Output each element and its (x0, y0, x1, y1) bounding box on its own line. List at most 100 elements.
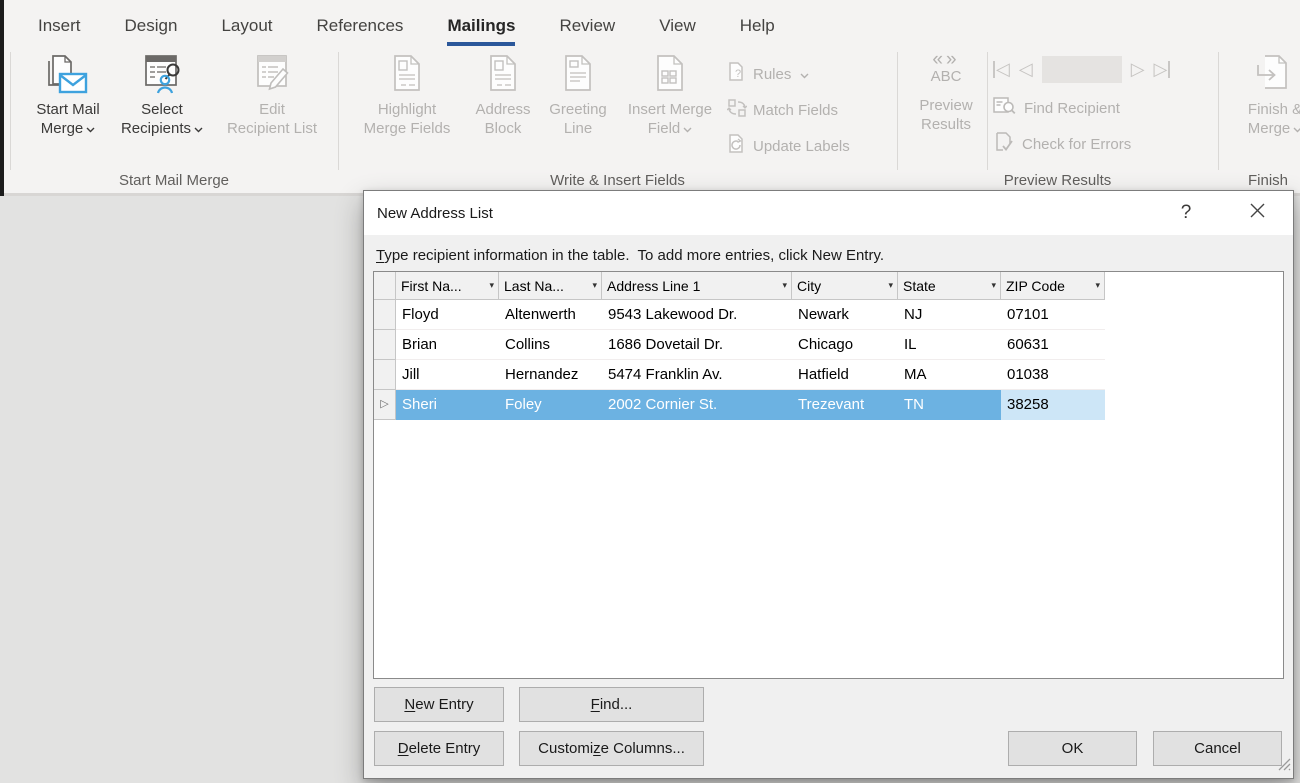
preview-arrows-icon: «» (903, 52, 989, 68)
check-errors-icon (993, 131, 1015, 157)
dialog-title: New Address List (377, 205, 493, 222)
start-mail-merge-button[interactable]: Start Mail Merge (24, 50, 112, 138)
table-cell[interactable]: Chicago (792, 330, 898, 360)
column-header-city[interactable]: City▾ (792, 272, 898, 300)
column-header-state[interactable]: State▾ (898, 272, 1001, 300)
group-divider (10, 52, 11, 170)
table-cell[interactable]: Sheri (396, 390, 499, 420)
next-record-button: ▷ (1131, 59, 1145, 80)
row-filler (1105, 390, 1283, 420)
active-edit-cell[interactable]: 38258 (1001, 390, 1105, 420)
table-cell[interactable]: Trezevant (792, 390, 898, 420)
row-filler (1105, 330, 1283, 360)
table-cell[interactable]: 07101 (1001, 300, 1105, 330)
new-entry-button[interactable]: New Entry (374, 687, 504, 722)
write-insert-small-buttons: ? Rules Match Fields (727, 56, 850, 164)
row-selector[interactable] (374, 300, 396, 330)
table-cell[interactable]: 9543 Lakewood Dr. (602, 300, 792, 330)
column-dropdown-icon[interactable]: ▾ (592, 280, 597, 291)
find-recipient-icon (993, 96, 1017, 120)
close-button[interactable] (1241, 197, 1273, 229)
check-for-errors-button: Check for Errors (993, 131, 1131, 157)
table-cell[interactable]: Hernandez (499, 360, 602, 390)
table-cell[interactable]: 01038 (1001, 360, 1105, 390)
mail-merge-icon (45, 50, 91, 100)
table-cell[interactable]: 60631 (1001, 330, 1105, 360)
row-selector[interactable] (374, 360, 396, 390)
record-number-input (1042, 56, 1122, 83)
table-cell[interactable]: Floyd (396, 300, 499, 330)
chevron-down-icon (1293, 119, 1300, 138)
chevron-down-icon (194, 119, 203, 138)
dialog-titlebar[interactable]: New Address List ? (364, 191, 1293, 235)
table-cell[interactable]: Hatfield (792, 360, 898, 390)
finish-merge-icon (1253, 50, 1297, 100)
preview-results-button: «» ABC Preview Results (903, 52, 989, 134)
column-header-zip-code[interactable]: ZIP Code▾ (1001, 272, 1105, 300)
row-selector-current[interactable]: ▷ (374, 390, 396, 420)
table-cell[interactable]: Altenwerth (499, 300, 602, 330)
tab-review[interactable]: Review (537, 4, 637, 46)
table-cell[interactable]: NJ (898, 300, 1001, 330)
table-cell[interactable]: 2002 Cornier St. (602, 390, 792, 420)
select-recipients-icon (139, 50, 185, 100)
tab-layout[interactable]: Layout (199, 4, 294, 46)
chevron-down-icon (683, 119, 692, 138)
column-dropdown-icon[interactable]: ▾ (888, 280, 893, 291)
tab-mailings[interactable]: Mailings (425, 4, 537, 46)
group-label-start-mail-merge: Start Mail Merge (10, 172, 338, 189)
table-cell[interactable]: 1686 Dovetail Dr. (602, 330, 792, 360)
table-cell[interactable]: MA (898, 360, 1001, 390)
table-cell[interactable]: 5474 Franklin Av. (602, 360, 792, 390)
customize-columns-button[interactable]: Customize Columns... (519, 731, 704, 766)
help-icon: ? (1181, 202, 1192, 224)
table-row: Jill Hernandez 5474 Franklin Av. Hatfiel… (374, 360, 1283, 390)
row-selector[interactable] (374, 330, 396, 360)
address-block-button: Address Block (466, 50, 540, 138)
column-dropdown-icon[interactable]: ▾ (991, 280, 996, 291)
group-divider (897, 52, 898, 170)
insert-merge-field-button: Insert Merge Field (616, 50, 724, 138)
edit-recipient-list-button: Edit Recipient List (212, 50, 332, 138)
cancel-button[interactable]: Cancel (1153, 731, 1282, 766)
tab-insert[interactable]: Insert (16, 4, 103, 46)
page-lines-icon (387, 50, 427, 100)
table-cell[interactable]: Foley (499, 390, 602, 420)
find-button[interactable]: Find... (519, 687, 704, 722)
window-edge (0, 0, 4, 196)
rules-button: ? Rules (727, 56, 850, 92)
tab-help[interactable]: Help (718, 4, 797, 46)
tab-references[interactable]: References (295, 4, 426, 46)
table-cell[interactable]: Collins (499, 330, 602, 360)
column-dropdown-icon[interactable]: ▾ (489, 280, 494, 291)
new-address-list-dialog: New Address List ? Type recipient inform… (363, 190, 1294, 779)
column-header-first-name[interactable]: First Na...▾ (396, 272, 499, 300)
table-cell[interactable]: IL (898, 330, 1001, 360)
tab-design[interactable]: Design (103, 4, 200, 46)
select-recipients-button[interactable]: Select Recipients (112, 50, 212, 138)
table-cell[interactable]: Brian (396, 330, 499, 360)
highlight-merge-fields-button: Highlight Merge Fields (348, 50, 466, 138)
column-dropdown-icon[interactable]: ▾ (1095, 280, 1100, 291)
delete-entry-button[interactable]: Delete Entry (374, 731, 504, 766)
ribbon: Insert Design Layout References Mailings… (0, 0, 1300, 196)
column-header-address-line-1[interactable]: Address Line 1▾ (602, 272, 792, 300)
greeting-line-button: Greeting Line (540, 50, 616, 138)
column-header-last-name[interactable]: Last Na...▾ (499, 272, 602, 300)
column-dropdown-icon[interactable]: ▾ (782, 280, 787, 291)
group-divider (338, 52, 339, 170)
tab-view[interactable]: View (637, 4, 718, 46)
record-navigation: ◁ ◁ ▷ ▷ (993, 55, 1170, 83)
resize-grip[interactable] (1277, 757, 1291, 776)
current-row-pointer-icon: ▷ (380, 399, 388, 410)
table-cell[interactable]: Jill (396, 360, 499, 390)
table-cell[interactable]: TN (898, 390, 1001, 420)
page-lines-icon (558, 50, 598, 100)
help-button[interactable]: ? (1170, 197, 1202, 229)
table-cell[interactable]: Newark (792, 300, 898, 330)
ok-button[interactable]: OK (1008, 731, 1137, 766)
close-icon (1250, 203, 1265, 223)
svg-text:?: ? (735, 68, 741, 80)
previous-record-button: ◁ (1019, 59, 1033, 80)
table-row: Brian Collins 1686 Dovetail Dr. Chicago … (374, 330, 1283, 360)
